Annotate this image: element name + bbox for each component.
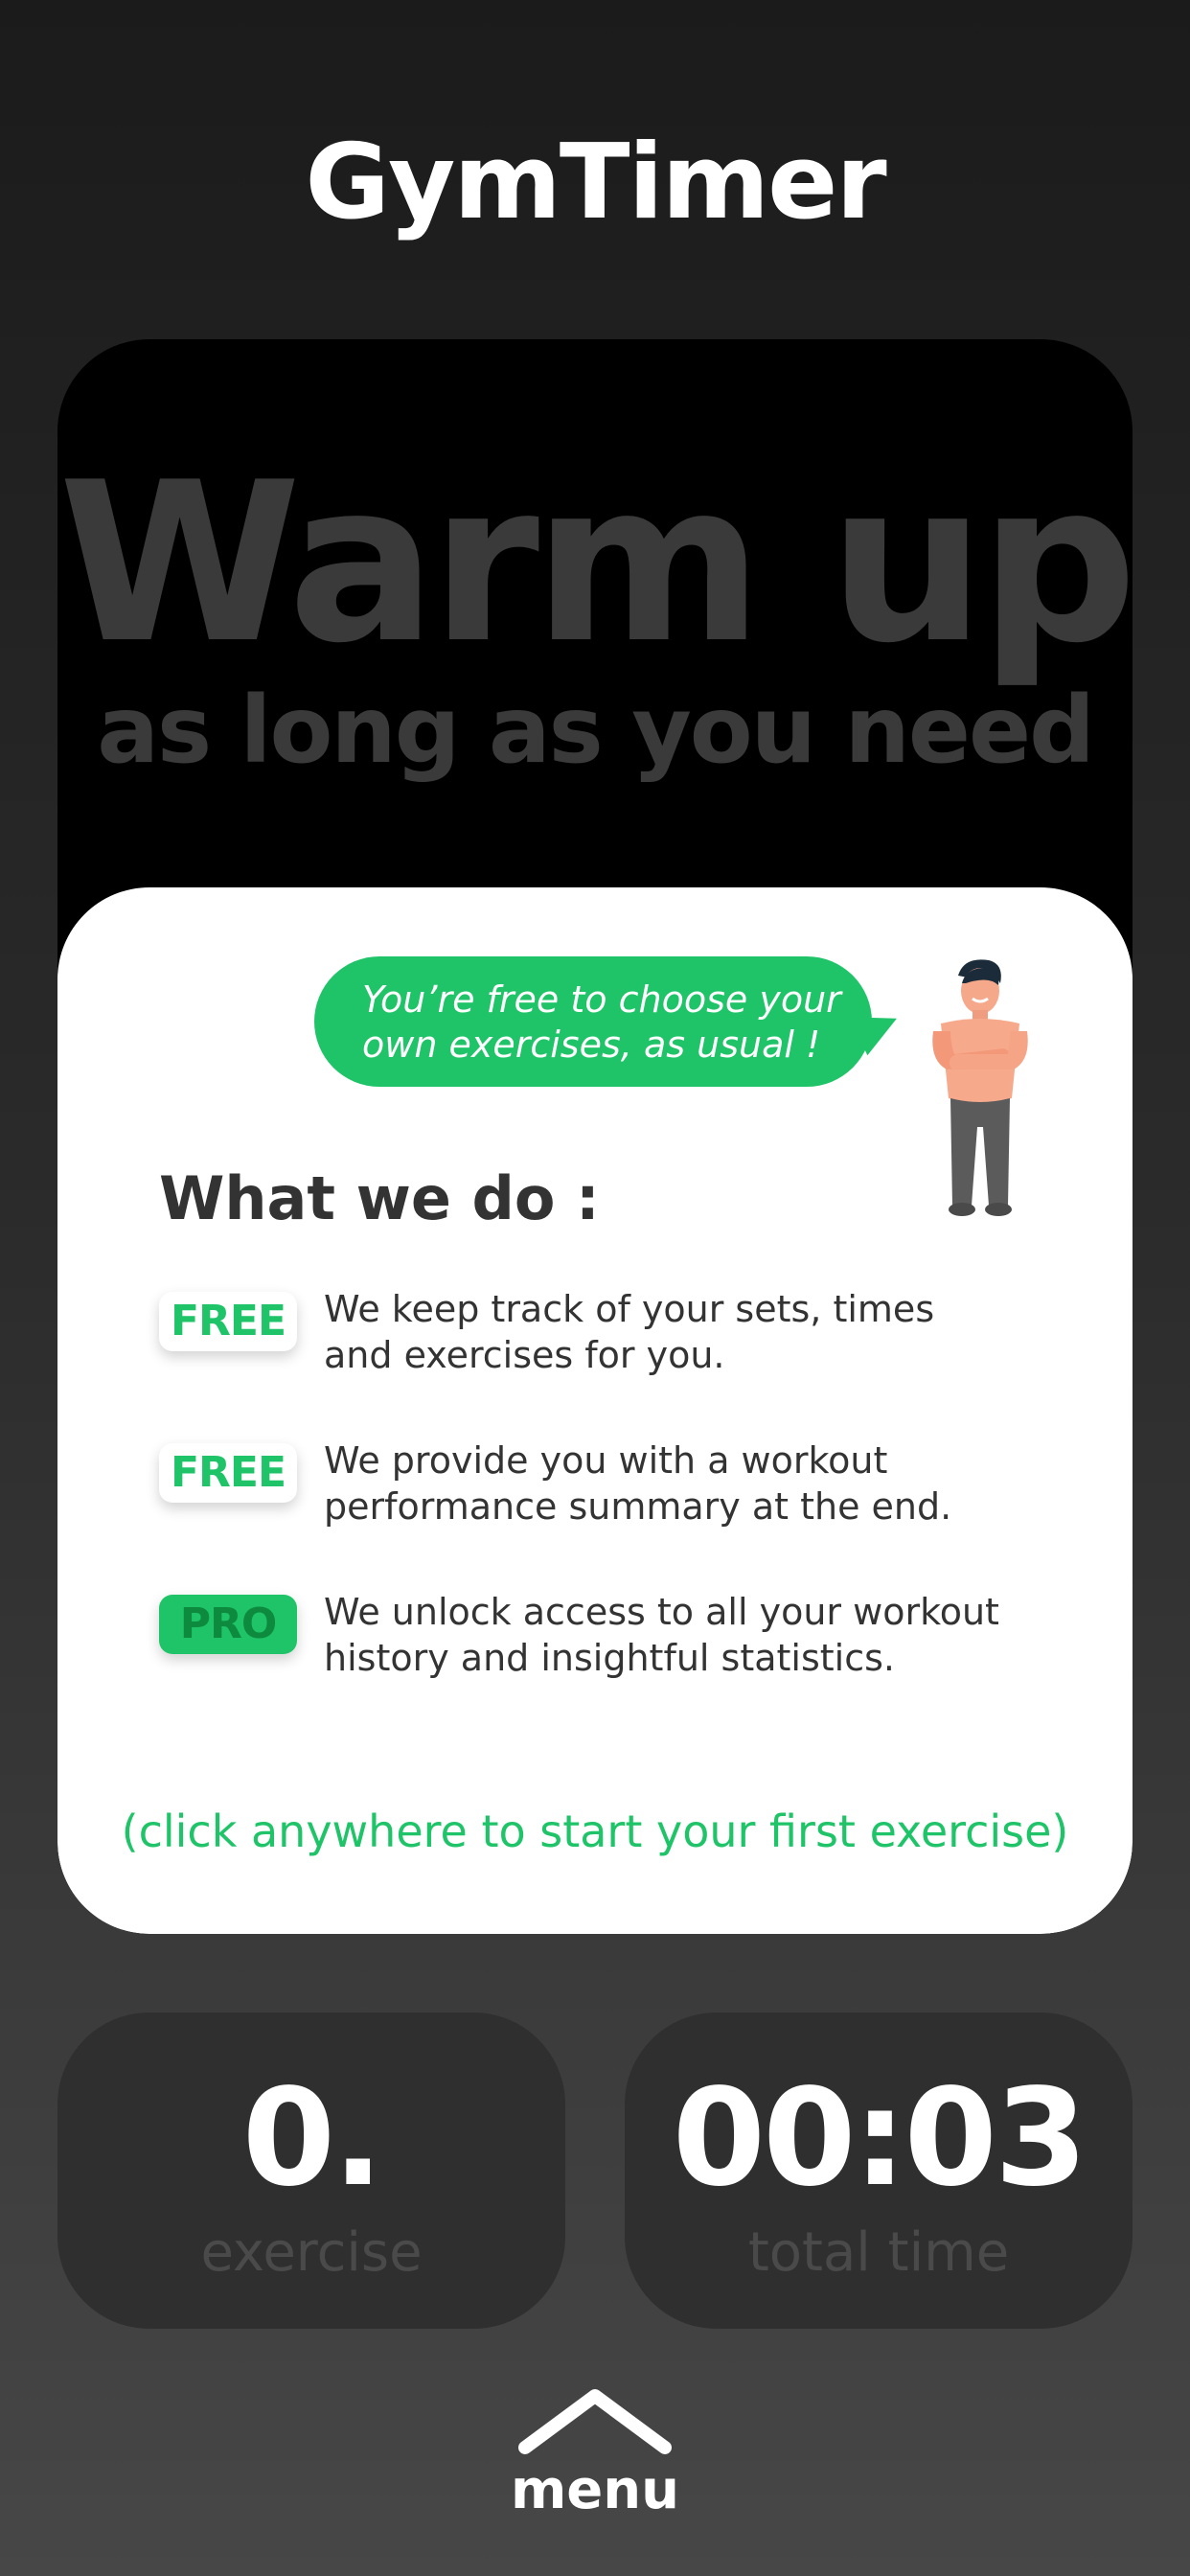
info-panel[interactable]: You’re free to choose your own exercises… — [57, 887, 1133, 1934]
start-exercise-hint[interactable]: (click anywhere to start your first exer… — [57, 1806, 1133, 1857]
section-heading: What we do : — [159, 1163, 600, 1233]
free-badge: FREE — [159, 1443, 297, 1503]
feature-line-2: history and insightful statistics. — [324, 1637, 896, 1679]
free-badge: FREE — [159, 1292, 297, 1351]
hero-subtitle: as long as you need — [97, 677, 1095, 784]
total-time-label: total time — [747, 2221, 1010, 2284]
exercise-count-label: exercise — [200, 2221, 423, 2284]
athlete-character-icon — [932, 959, 1028, 1216]
feature-line-2: performance summary at the end. — [324, 1485, 952, 1528]
feature-line-1: We provide you with a workout — [324, 1439, 888, 1482]
hero-title: Warm up — [57, 436, 1133, 692]
speech-line-2: own exercises, as usual ! — [362, 1024, 821, 1066]
chevron-up-icon[interactable] — [517, 2386, 673, 2455]
pro-badge: PRO — [159, 1595, 297, 1654]
total-time-value: 00:03 — [672, 2060, 1088, 2217]
feature-text: We keep track of your sets, times and ex… — [324, 1286, 1014, 1378]
feature-line-1: We unlock access to all your workout — [324, 1591, 999, 1633]
speech-line-1: You’re free to choose your — [362, 978, 841, 1021]
exercise-count-value: 0. — [241, 2060, 384, 2217]
speech-bubble: You’re free to choose your own exercises… — [314, 956, 906, 1087]
feature-row: FREE We provide you with a workout perfo… — [159, 1438, 1041, 1543]
feature-row: FREE We keep track of your sets, times a… — [159, 1286, 1041, 1392]
main-card[interactable]: Warm up as long as you need You’re free … — [57, 339, 1133, 1934]
feature-text: We unlock access to all your workout his… — [324, 1589, 1014, 1681]
feature-line-1: We keep track of your sets, times — [324, 1288, 935, 1330]
exercise-count-card: 0. exercise — [57, 2012, 565, 2329]
menu-button[interactable]: menu — [0, 2459, 1190, 2521]
total-time-card: 00:03 total time — [625, 2012, 1133, 2329]
feature-text: We provide you with a workout performanc… — [324, 1438, 1014, 1530]
feature-row: PRO We unlock access to all your workout… — [159, 1589, 1041, 1694]
feature-line-2: and exercises for you. — [324, 1334, 725, 1376]
app-title: GymTimer — [305, 123, 886, 242]
speech-bubble-text: You’re free to choose your own exercises… — [362, 978, 860, 1068]
